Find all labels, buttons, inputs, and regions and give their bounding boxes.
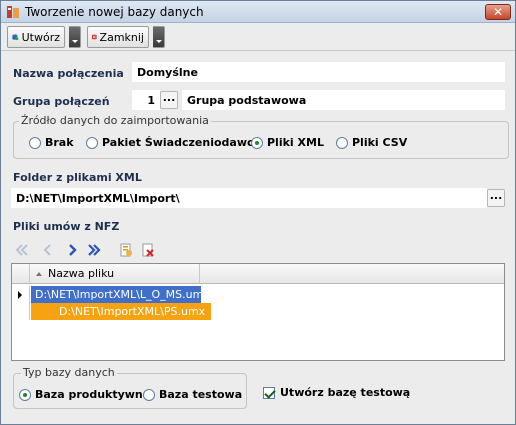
connection-name-label: Nazwa połączenia — [13, 67, 124, 80]
radio-provider-package-dot — [86, 136, 98, 149]
db-type-legend: Typ bazy danych — [21, 366, 117, 379]
folder-path-field[interactable]: D:\NET\ImportXML\Import\ — [11, 188, 487, 208]
connection-name-field[interactable]: Domyślne — [132, 62, 505, 82]
close-button[interactable]: Zamknij — [87, 26, 149, 48]
radio-xml-files[interactable]: Pliki XML — [251, 136, 324, 149]
toolbar: Utwórz Zamknij — [1, 23, 515, 51]
column-header-filename-label: Nazwa pliku — [48, 267, 115, 280]
create-dropdown-button[interactable] — [69, 26, 81, 48]
radio-provider-package-label: Pakiet Świadczeniodawcy — [102, 136, 261, 149]
prev-icon[interactable] — [41, 243, 55, 257]
radio-production-db-label: Baza produktywna — [35, 388, 151, 401]
radio-none-label: Brak — [45, 136, 74, 149]
close-dropdown-button[interactable] — [153, 26, 165, 48]
table-cell-filename[interactable]: D:\NET\ImportXML\L_O_MS.umx — [31, 286, 210, 303]
delete-file-icon[interactable] — [141, 243, 155, 257]
table-cell-filename[interactable]: D:\NET\ImportXML\PS.umx — [31, 303, 211, 320]
connection-group-name: Grupa podstawowa — [182, 90, 505, 110]
grid-header: Nazwa pliku — [12, 264, 504, 284]
radio-production-db-dot — [19, 388, 31, 401]
import-source-legend: Źródło danych do zaimportowania — [19, 114, 211, 127]
current-row-arrow-icon — [18, 291, 22, 299]
window-title: Tworzenie nowej bazy danych — [25, 5, 204, 19]
grid-header-indicator — [12, 264, 30, 284]
create-button-label: Utwórz — [21, 30, 60, 44]
connection-group-label: Grupa połączeń — [13, 95, 110, 108]
connection-group-browse-button[interactable]: ... — [160, 91, 178, 109]
create-test-db-checkbox[interactable]: Utwórz bazę testową — [263, 386, 410, 399]
add-file-icon[interactable] — [119, 243, 133, 257]
radio-test-db-label: Baza testowa — [159, 388, 243, 401]
title-bar: Tworzenie nowej bazy danych ✕ — [1, 1, 515, 23]
create-test-db-label: Utwórz bazę testową — [280, 386, 411, 399]
table-row[interactable]: D:\NET\ImportXML\L_O_MS.umx — [12, 286, 504, 303]
connection-group-number[interactable]: 1 — [132, 90, 160, 110]
row-indicator — [12, 303, 30, 320]
create-test-db-checkbox-box — [263, 386, 275, 399]
column-header-filename[interactable]: Nazwa pliku — [30, 264, 200, 284]
contracts-grid: Nazwa pliku D:\NET\ImportXML\L_O_MS.umx … — [11, 263, 505, 361]
sort-ascending-icon — [36, 272, 42, 276]
radio-test-db-dot — [143, 388, 155, 401]
folder-label: Folder z plikami XML — [13, 171, 142, 184]
folder-browse-button[interactable]: ... — [487, 189, 505, 207]
row-indicator — [12, 286, 30, 303]
dialog-window: Tworzenie nowej bazy danych ✕ Utwórz Zam… — [0, 0, 516, 425]
close-button-label: Zamknij — [99, 30, 144, 44]
table-row[interactable]: D:\NET\ImportXML\PS.umx — [12, 303, 504, 320]
radio-csv-files-dot — [336, 136, 348, 149]
radio-csv-files[interactable]: Pliki CSV — [336, 136, 407, 149]
radio-xml-files-label: Pliki XML — [267, 136, 324, 149]
radio-none[interactable]: Brak — [29, 136, 74, 149]
next-icon[interactable] — [65, 243, 79, 257]
last-icon[interactable] — [87, 243, 101, 257]
radio-test-db[interactable]: Baza testowa — [143, 388, 242, 401]
close-red-icon — [92, 34, 97, 40]
database-icon — [7, 6, 19, 18]
database-create-icon — [12, 34, 19, 41]
radio-provider-package[interactable]: Pakiet Świadczeniodawcy — [86, 136, 261, 149]
radio-csv-files-label: Pliki CSV — [352, 136, 408, 149]
grid-navigator — [11, 237, 505, 263]
radio-production-db[interactable]: Baza produktywna — [19, 388, 150, 401]
first-icon[interactable] — [15, 243, 29, 257]
window-close-button[interactable]: ✕ — [485, 4, 511, 20]
radio-none-dot — [29, 136, 41, 149]
radio-xml-files-dot — [251, 136, 263, 149]
contracts-label: Pliki umów z NFZ — [13, 220, 120, 233]
create-button[interactable]: Utwórz — [7, 26, 65, 48]
